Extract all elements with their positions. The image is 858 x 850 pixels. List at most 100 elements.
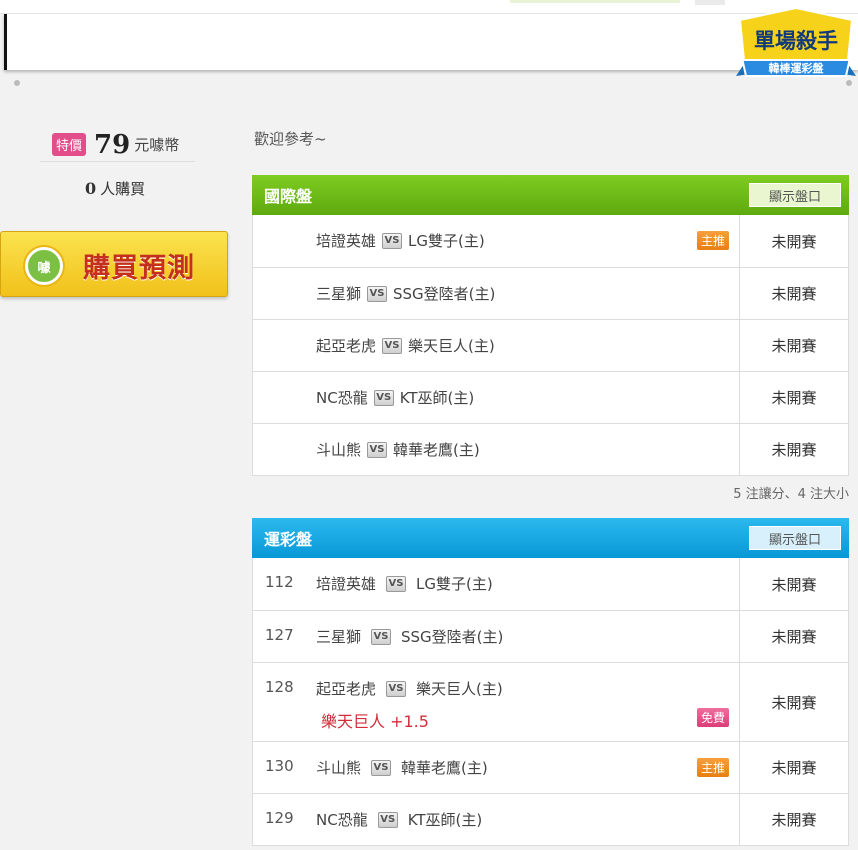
vs-icon: VS bbox=[371, 628, 392, 645]
home-team: 韓華老鷹(主) bbox=[401, 759, 488, 777]
table-row: 128 起亞老虎 VS 樂天巨人(主) 樂天巨人 +1.5 免費 未開賽 bbox=[253, 662, 848, 741]
home-team: SSG登陸者(主) bbox=[393, 285, 496, 303]
match-status: 未開賽 bbox=[739, 611, 848, 662]
top-strip-tab bbox=[695, 0, 725, 5]
buyer-count-label: 人購買 bbox=[100, 180, 146, 198]
game-number: 112 bbox=[265, 573, 294, 591]
table-row: 起亞老虎 VS 樂天巨人(主) 未開賽 bbox=[253, 319, 848, 371]
vs-icon: VS bbox=[367, 285, 388, 302]
away-team: 起亞老虎 bbox=[316, 680, 377, 698]
match-status: 未開賽 bbox=[739, 320, 848, 371]
vs-icon: VS bbox=[386, 680, 407, 697]
match-cell: 127 三星獅 VS SSG登陸者(主) bbox=[253, 611, 739, 662]
match-status: 未開賽 bbox=[739, 558, 848, 610]
special-price-badge: 特價 bbox=[52, 133, 87, 156]
match-status: 未開賽 bbox=[739, 215, 848, 267]
match-cell: 129 NC恐龍 VS KT巫師(主) bbox=[253, 794, 739, 845]
away-team: 斗山熊 bbox=[316, 759, 362, 777]
show-odds-button-sports-lottery[interactable]: 顯示盤口 bbox=[749, 526, 841, 550]
vs-icon: VS bbox=[377, 811, 398, 828]
table-row: 三星獅 VS SSG登陸者(主) 未開賽 bbox=[253, 267, 848, 319]
home-team: 樂天巨人(主) bbox=[408, 337, 495, 355]
away-team: 三星獅 bbox=[316, 628, 362, 646]
free-pick: 樂天巨人 +1.5 bbox=[321, 712, 429, 731]
buyer-count-value: 0 bbox=[85, 179, 97, 198]
game-number: 130 bbox=[265, 757, 294, 775]
browser-top-strip bbox=[0, 0, 858, 14]
buy-prediction-label: 購買預測 bbox=[83, 253, 195, 284]
seal-icon: 噱 bbox=[25, 247, 63, 285]
home-team: 韓華老鷹(主) bbox=[393, 441, 480, 459]
table-row: 127 三星獅 VS SSG登陸者(主) 未開賽 bbox=[253, 610, 848, 662]
away-team: 起亞老虎 bbox=[316, 337, 377, 355]
bet-summary-note: 5 注讓分、4 注大小 bbox=[733, 487, 849, 502]
price-row: 特價 79 元噱幣 bbox=[40, 128, 195, 162]
show-odds-button-international[interactable]: 顯示盤口 bbox=[749, 183, 841, 207]
home-team: 樂天巨人(主) bbox=[416, 680, 503, 698]
match-cell: 130 斗山熊 VS 韓華老鷹(主) 主推 bbox=[253, 742, 739, 793]
home-team: KT巫師(主) bbox=[399, 389, 475, 407]
match-status: 未開賽 bbox=[739, 742, 848, 793]
match-cell: 112 培證英雄 VS LG雙子(主) bbox=[253, 558, 739, 610]
match-status: 未開賽 bbox=[739, 372, 848, 423]
buyer-count: 0 人購買 bbox=[85, 178, 145, 199]
sports-lottery-rows: 112 培證英雄 VS LG雙子(主) 未開賽 127 三星獅 VS SSG登陸… bbox=[252, 558, 849, 846]
game-number: 129 bbox=[265, 809, 294, 827]
sports-lottery-panel-title: 運彩盤 bbox=[264, 530, 313, 549]
price-value: 79 bbox=[94, 129, 131, 160]
sports-lottery-panel: 運彩盤 顯示盤口 112 培證英雄 VS LG雙子(主) 未開賽 127 三星獅… bbox=[252, 518, 849, 846]
page-header bbox=[4, 14, 858, 70]
free-badge: 免費 bbox=[696, 708, 729, 727]
home-team: SSG登陸者(主) bbox=[401, 628, 504, 646]
vs-icon: VS bbox=[382, 232, 403, 249]
vs-icon: VS bbox=[371, 759, 392, 776]
sports-lottery-panel-header: 運彩盤 顯示盤口 bbox=[252, 518, 849, 558]
top-strip-accent bbox=[510, 0, 680, 3]
match-status: 未開賽 bbox=[739, 424, 848, 475]
match-status: 未開賽 bbox=[739, 794, 848, 845]
match-cell: 斗山熊 VS 韓華老鷹(主) bbox=[253, 424, 739, 475]
international-panel-title: 國際盤 bbox=[264, 187, 313, 206]
international-panel-header: 國際盤 顯示盤口 bbox=[252, 175, 849, 215]
vs-icon: VS bbox=[382, 337, 403, 354]
match-cell: 起亞老虎 VS 樂天巨人(主) bbox=[253, 320, 739, 371]
price-unit: 元噱幣 bbox=[134, 136, 180, 154]
table-row: 112 培證英雄 VS LG雙子(主) 未開賽 bbox=[253, 558, 848, 610]
match-status: 未開賽 bbox=[739, 268, 848, 319]
game-number: 128 bbox=[265, 678, 294, 696]
table-row: 培證英雄 VS LG雙子(主) 主推 未開賽 bbox=[253, 215, 848, 267]
away-team: 斗山熊 bbox=[316, 441, 362, 459]
home-team: LG雙子(主) bbox=[416, 575, 493, 593]
buy-prediction-button[interactable]: 噱 購買預測 bbox=[0, 231, 228, 297]
game-logo: 單場殺手 韓棒運彩盤 bbox=[736, 6, 856, 77]
away-team: 培證英雄 bbox=[316, 232, 377, 250]
vs-icon: VS bbox=[367, 441, 388, 458]
table-row: 斗山熊 VS 韓華老鷹(主) 未開賽 bbox=[253, 423, 848, 475]
logo-subtitle: 韓棒運彩盤 bbox=[769, 61, 825, 75]
away-team: NC恐龍 bbox=[316, 389, 368, 407]
vs-icon: VS bbox=[386, 575, 407, 592]
home-team: LG雙子(主) bbox=[408, 232, 485, 250]
match-cell: 三星獅 VS SSG登陸者(主) bbox=[253, 268, 739, 319]
game-number: 127 bbox=[265, 626, 294, 644]
match-cell: 培證英雄 VS LG雙子(主) 主推 bbox=[253, 215, 739, 267]
away-team: NC恐龍 bbox=[316, 811, 368, 829]
featured-badge: 主推 bbox=[696, 758, 729, 777]
match-cell: NC恐龍 VS KT巫師(主) bbox=[253, 372, 739, 423]
pin-right-icon bbox=[846, 80, 852, 86]
logo-title: 單場殺手 bbox=[754, 29, 838, 53]
table-row: NC恐龍 VS KT巫師(主) 未開賽 bbox=[253, 371, 848, 423]
pin-left-icon bbox=[14, 80, 20, 86]
international-panel: 國際盤 顯示盤口 培證英雄 VS LG雙子(主) 主推 未開賽 三星獅 VS S… bbox=[252, 175, 849, 476]
featured-badge: 主推 bbox=[696, 231, 729, 250]
match-status: 未開賽 bbox=[739, 663, 848, 741]
welcome-text: 歡迎參考~ bbox=[254, 130, 327, 148]
away-team: 培證英雄 bbox=[316, 575, 377, 593]
table-row: 130 斗山熊 VS 韓華老鷹(主) 主推 未開賽 bbox=[253, 741, 848, 793]
match-cell: 128 起亞老虎 VS 樂天巨人(主) 樂天巨人 +1.5 免費 bbox=[253, 663, 739, 741]
international-rows: 培證英雄 VS LG雙子(主) 主推 未開賽 三星獅 VS SSG登陸者(主) … bbox=[252, 215, 849, 476]
vs-icon: VS bbox=[373, 389, 394, 406]
away-team: 三星獅 bbox=[316, 285, 362, 303]
table-row: 129 NC恐龍 VS KT巫師(主) 未開賽 bbox=[253, 793, 848, 845]
home-team: KT巫師(主) bbox=[407, 811, 483, 829]
